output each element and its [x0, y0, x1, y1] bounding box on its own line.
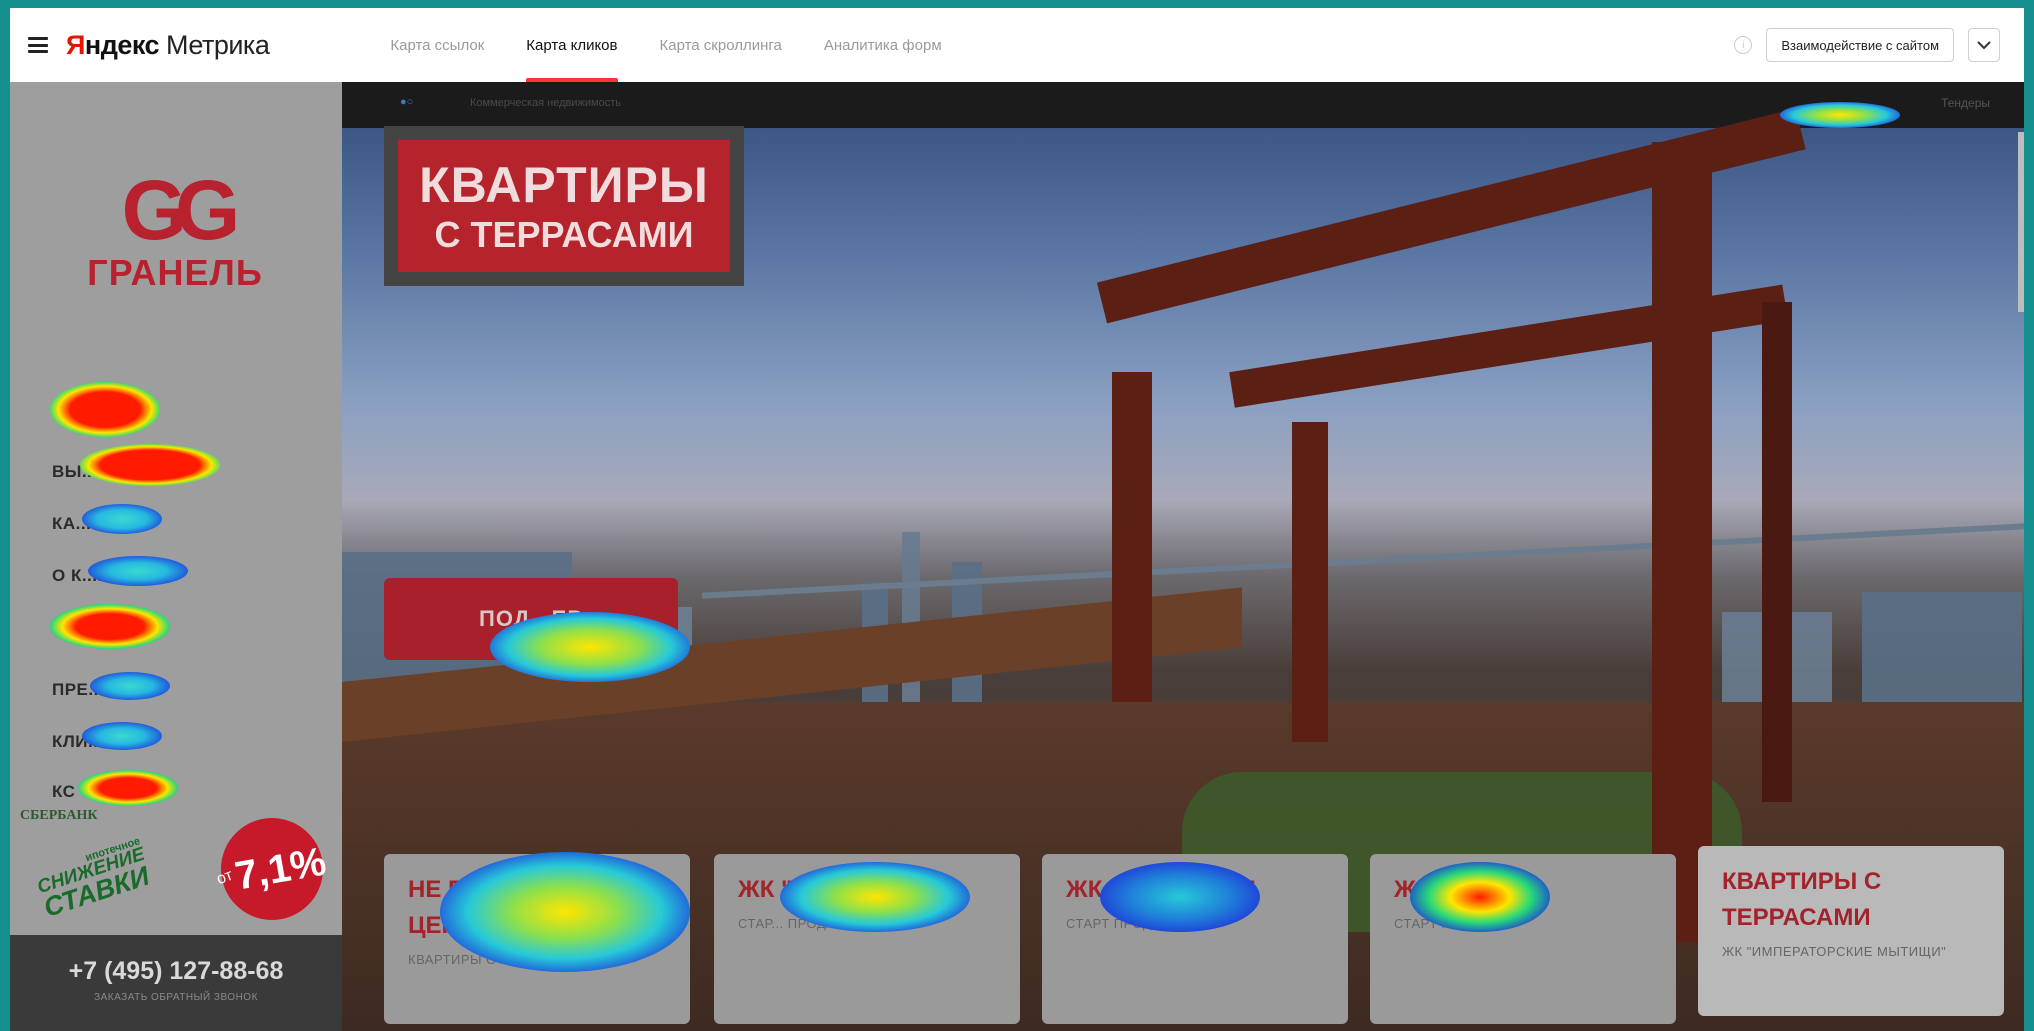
- cta-button[interactable]: ПОД...ЕР: [384, 578, 678, 660]
- callback-link[interactable]: ЗАКАЗАТЬ ОБРАТНЫЙ ЗВОНОК: [10, 992, 342, 1003]
- logo-mark: GG: [121, 163, 241, 257]
- project-card[interactable]: ЖК "...ИНА" СТАР... ПРОДАЖ: [714, 854, 1020, 1024]
- interaction-button[interactable]: Взаимодействие с сайтом: [1766, 28, 1954, 62]
- card-title: ЖК "...ОВАЦИЯ": [1066, 876, 1256, 903]
- card-subtitle: СТАРТ ПРОДАЖ: [1066, 916, 1174, 931]
- card-title: КВАРТИРЫ С ТЕРРАСАМИ: [1722, 868, 1882, 931]
- metrika-toolbar: Яндекс Метрика Карта ссылок Карта кликов…: [10, 8, 2024, 83]
- sidebar-nav-item[interactable]: КЛИ...М: [52, 732, 118, 752]
- project-card-featured[interactable]: КВАРТИРЫ С ТЕРРАСАМИ ЖК "ИМПЕРАТОРСКИЕ М…: [1698, 846, 2004, 1016]
- headline-line-1: КВАРТИРЫ: [419, 157, 709, 213]
- heatmap-site-view[interactable]: GG ГРАНЕЛЬ ВЫ...Ы КА...ИТЬ О К...ИИ ПРЕ.…: [10, 82, 2024, 1031]
- report-tabs: Карта ссылок Карта кликов Карта скроллин…: [369, 8, 962, 82]
- card-title: Ж...ЕХРА": [1394, 876, 1511, 903]
- rate-badge: от 7,1%: [215, 818, 330, 920]
- logo-name: ГРАНЕЛЬ: [87, 252, 263, 293]
- hero-headline: КВАРТИРЫ С ТЕРРАСАМИ: [398, 140, 730, 272]
- pergola-post: [1652, 142, 1712, 942]
- promo-text: ипотечное СНИЖЕНИЕ СТАВКИ: [32, 835, 155, 923]
- card-subtitle: КВАРТИРЫ ОТ 13 МЛН РУБ: [408, 952, 590, 967]
- card-subtitle: СТАР... ПРОДАЖ: [738, 916, 848, 931]
- contact-block: +7 (495) 127-88-68 ЗАКАЗАТЬ ОБРАТНЫЙ ЗВО…: [10, 935, 342, 1031]
- sidebar-nav-item[interactable]: О К...ИИ: [52, 566, 123, 586]
- sidebar-nav-item[interactable]: ВЫ...Ы: [52, 462, 115, 482]
- tab-click-map[interactable]: Карта кликов: [505, 8, 638, 82]
- info-icon[interactable]: i: [1734, 36, 1753, 54]
- strip-link-commercial[interactable]: Коммерческая недвижимость: [470, 97, 621, 109]
- scrollbar[interactable]: [2018, 132, 2024, 312]
- metrika-logo[interactable]: Яндекс Метрика: [66, 29, 270, 61]
- menu-icon[interactable]: [28, 37, 48, 53]
- pergola-post: [1112, 372, 1152, 702]
- hero-headline-box: КВАРТИРЫ С ТЕРРАСАМИ: [384, 126, 744, 286]
- tab-scroll-map[interactable]: Карта скроллинга: [639, 8, 803, 82]
- card-title: ЖК "...ИНА": [738, 876, 876, 903]
- card-title: НЕ П... ОНЬ РОСТ ЦЕН: [408, 876, 618, 939]
- sberbank-promo-banner[interactable]: СБЕРБАНК ипотечное СНИЖЕНИЕ СТАВКИ от 7,…: [16, 798, 342, 923]
- tab-link-map[interactable]: Карта ссылок: [369, 8, 505, 82]
- sidebar-nav-item[interactable]: ПРЕ...ТР: [52, 680, 127, 700]
- toolbar-right: i Взаимодействие с сайтом: [1734, 28, 2000, 62]
- sberbank-logo: СБЕРБАНК: [20, 808, 98, 823]
- project-card[interactable]: НЕ П... ОНЬ РОСТ ЦЕН КВАРТИРЫ ОТ 13 МЛН …: [384, 854, 690, 1024]
- site-sidebar: GG ГРАНЕЛЬ ВЫ...Ы КА...ИТЬ О К...ИИ ПРЕ.…: [10, 82, 342, 1031]
- logo-rest: ндекс: [84, 29, 160, 60]
- strip-link-tenders[interactable]: Тендеры: [1941, 96, 1990, 110]
- dropdown-button[interactable]: [1968, 28, 2000, 62]
- browser-frame: Яндекс Метрика Карта ссылок Карта кликов…: [10, 8, 2024, 1031]
- rate-prefix: от: [214, 866, 236, 889]
- card-subtitle: СТАРТ ПРОДАЖ: [1394, 916, 1502, 931]
- pergola-post: [1292, 422, 1328, 742]
- rate-value: 7,1%: [232, 838, 330, 899]
- project-card[interactable]: Ж...ЕХРА" СТАРТ ПРОДАЖ: [1370, 854, 1676, 1024]
- strip-logo[interactable]: ●○: [400, 96, 413, 108]
- sidebar-nav-item[interactable]: КА...ИТЬ: [52, 514, 128, 534]
- headline-line-2: С ТЕРРАСАМИ: [434, 214, 694, 255]
- granel-logo[interactable]: GG ГРАНЕЛЬ: [70, 168, 280, 294]
- hero-section: ●○ Коммерческая недвижимость Тендеры КВА…: [342, 82, 2024, 1031]
- tab-form-analytics[interactable]: Аналитика форм: [803, 8, 963, 82]
- logo-ya: Я: [66, 29, 85, 60]
- pergola-post: [1762, 302, 1792, 802]
- logo-product: Метрика: [166, 29, 270, 60]
- project-card[interactable]: ЖК "...ОВАЦИЯ" СТАРТ ПРОДАЖ: [1042, 854, 1348, 1024]
- card-subtitle: ЖК "ИМПЕРАТОРСКИЕ МЫТИЩИ": [1722, 944, 1947, 959]
- chevron-down-icon: [1977, 40, 1991, 49]
- phone-number[interactable]: +7 (495) 127-88-68: [10, 957, 342, 986]
